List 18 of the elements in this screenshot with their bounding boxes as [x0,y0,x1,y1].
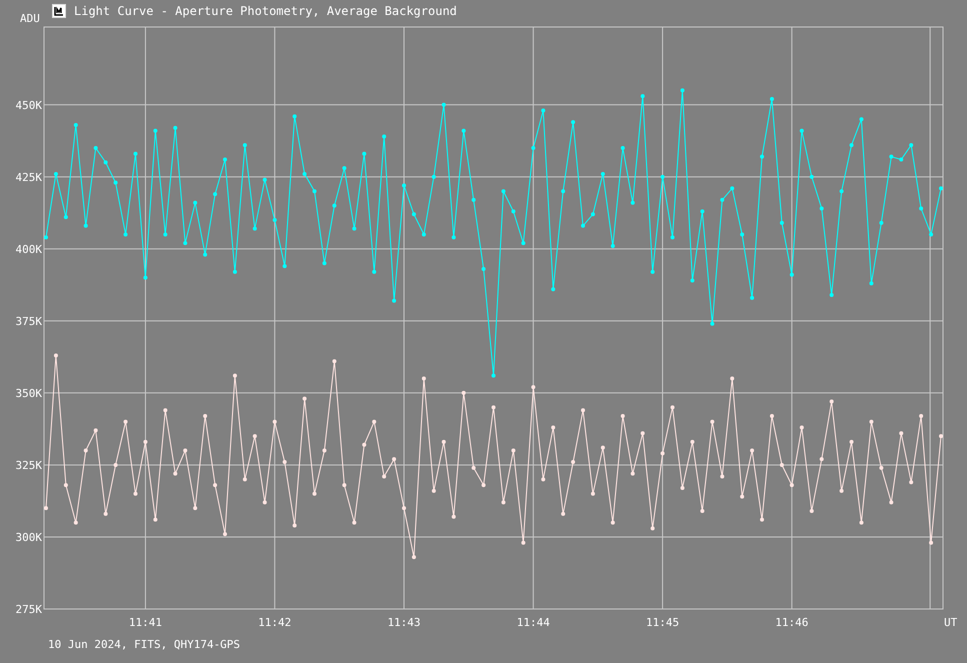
axis-unit: UT [944,616,958,629]
tick-label: 350K [16,386,42,400]
axis-unit: ADU [20,12,40,25]
tick-label: 400K [16,242,42,256]
tick-label: 375K [16,314,42,328]
tick-label: 11:44 [516,616,550,629]
tick-label: 425K [16,170,42,184]
tick-label: 11:42 [258,616,292,629]
tick-label: 450K [16,98,42,112]
tick-label: 325K [16,458,42,472]
tick-label: 11:41 [128,616,162,629]
tick-label: 11:43 [387,616,421,629]
tick-label: 11:45 [646,616,680,629]
tick-label: 275K [16,603,42,616]
footer-text: 10 Jun 2024, FITS, QHY174-GPS [48,638,240,651]
window-title: Light Curve - Aperture Photometry, Average Background [74,4,457,18]
tick-label: 11:46 [775,616,808,629]
tick-label: 300K [16,530,42,544]
